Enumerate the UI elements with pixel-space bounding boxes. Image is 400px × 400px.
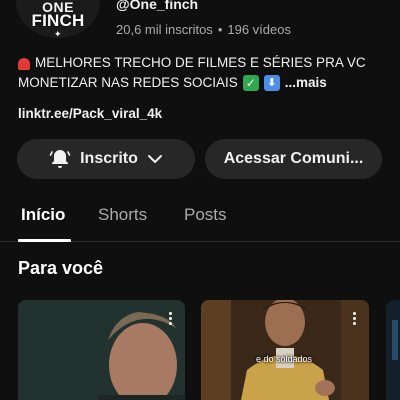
thumbnail-image [386, 300, 400, 400]
channel-link[interactable]: linktr.ee/Pack_viral_4k [18, 106, 162, 121]
tab-shorts[interactable]: Shorts [98, 205, 147, 225]
channel-stats: 20,6 mil inscritos • 196 vídeos [116, 22, 291, 37]
channel-tabs: Início Shorts Posts [0, 196, 400, 242]
community-label: Acessar Comuni... [223, 150, 364, 167]
video-thumbnail-partial[interactable] [386, 300, 400, 400]
subscribed-button[interactable]: Inscrito [17, 139, 195, 179]
tab-inicio[interactable]: Início [21, 205, 65, 225]
video-count: 196 vídeos [227, 22, 291, 37]
avatar-logo-text-bottom: FINCH [31, 11, 85, 30]
down-arrow-emoji-icon: ⬇ [263, 75, 280, 91]
community-button[interactable]: Acessar Comuni... [205, 139, 382, 179]
tab-posts[interactable]: Posts [184, 205, 227, 225]
thumbnail-image [18, 300, 185, 400]
more-link[interactable]: ...mais [285, 73, 327, 93]
stats-separator: • [217, 22, 223, 37]
thumbnail-caption: e do soldados [256, 354, 313, 364]
siren-emoji-icon [18, 58, 30, 70]
subscribed-label: Inscrito [80, 150, 138, 167]
chevron-down-icon [147, 155, 162, 163]
video-thumbnail[interactable]: e do soldados [201, 300, 369, 400]
sparkle-icon: ✦ [54, 29, 62, 38]
active-tab-indicator [18, 239, 71, 242]
description-line-2: MONETIZAR NAS REDES SOCIAIS [18, 75, 238, 90]
thumbnail-image [201, 300, 369, 400]
check-mark-emoji-icon: ✓ [242, 75, 259, 91]
channel-avatar[interactable]: ONE FINCH ✦ [16, 0, 100, 38]
bell-icon [49, 150, 71, 168]
more-options-icon[interactable] [169, 312, 173, 325]
section-title: Para você [18, 258, 104, 278]
more-options-icon[interactable] [353, 312, 357, 325]
channel-handle: @One_finch [116, 0, 199, 12]
video-thumbnail[interactable] [18, 300, 185, 400]
subscriber-count: 20,6 mil inscritos [116, 22, 213, 37]
description-line-1: MELHORES TRECHO DE FILMES E SÉRIES PRA V… [35, 55, 366, 70]
channel-description[interactable]: MELHORES TRECHO DE FILMES E SÉRIES PRA V… [18, 53, 388, 93]
